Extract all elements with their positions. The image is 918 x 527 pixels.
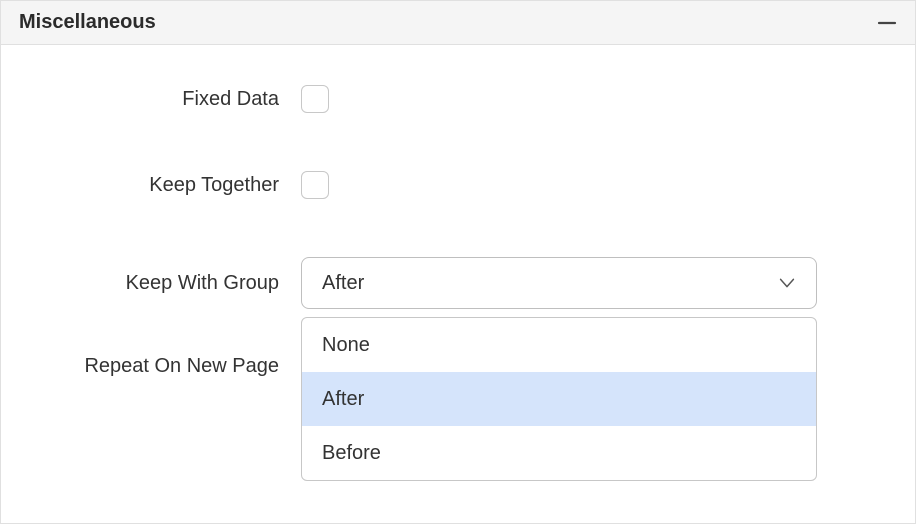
dropdown-option-before[interactable]: Before	[302, 426, 816, 480]
checkbox-fixed-data[interactable]	[301, 85, 329, 113]
panel-body: Fixed Data Keep Together Keep With Group…	[1, 45, 915, 523]
collapse-icon[interactable]	[877, 13, 897, 33]
miscellaneous-panel: Miscellaneous Fixed Data Keep Together K…	[0, 0, 916, 524]
chevron-down-icon	[776, 272, 798, 294]
label-keep-together: Keep Together	[1, 174, 301, 197]
dropdown-option-none[interactable]: None	[302, 318, 816, 372]
dropdown-option-after[interactable]: After	[302, 372, 816, 426]
checkbox-keep-together[interactable]	[301, 171, 329, 199]
row-keep-together: Keep Together	[1, 171, 915, 199]
label-repeat-on-new-page: Repeat On New Page	[1, 355, 301, 378]
select-keep-with-group-wrap: After None After Before	[301, 257, 817, 309]
dropdown-keep-with-group: None After Before	[301, 317, 817, 481]
panel-title: Miscellaneous	[19, 11, 156, 34]
panel-header[interactable]: Miscellaneous	[1, 1, 915, 45]
label-fixed-data: Fixed Data	[1, 88, 301, 111]
label-keep-with-group: Keep With Group	[1, 272, 301, 295]
row-fixed-data: Fixed Data	[1, 85, 915, 113]
row-keep-with-group: Keep With Group After None After Before	[1, 257, 915, 309]
select-value: After	[322, 272, 364, 295]
select-keep-with-group[interactable]: After	[301, 257, 817, 309]
